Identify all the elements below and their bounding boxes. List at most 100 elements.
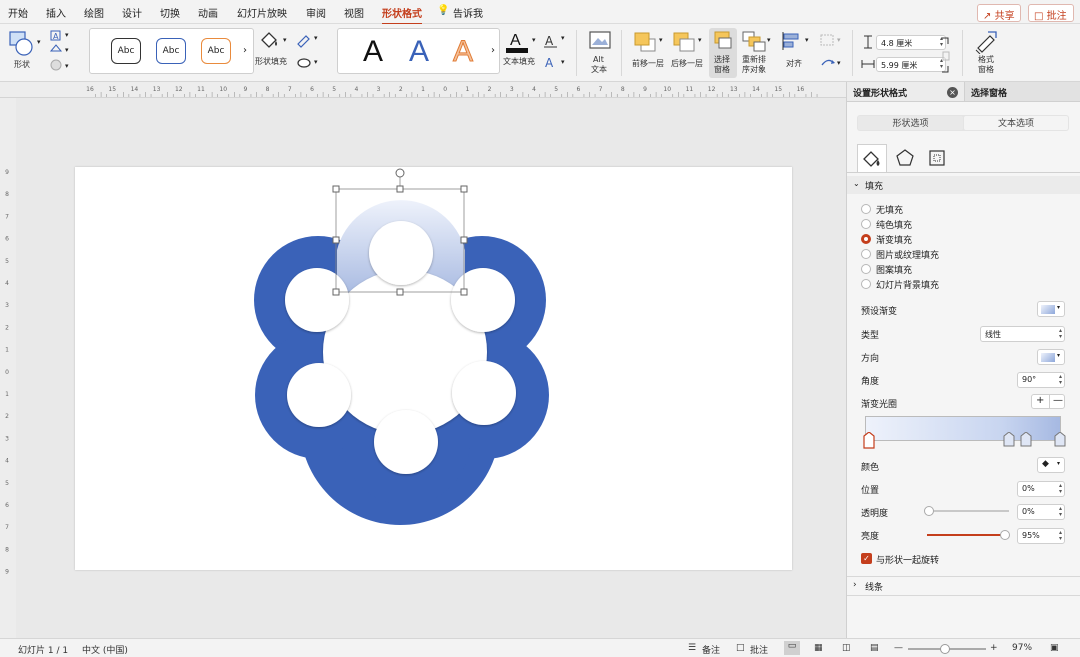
zoom-slider-knob[interactable] bbox=[940, 644, 950, 654]
pane-tab-format[interactable]: 设置形状格式 × bbox=[847, 82, 964, 102]
gallery-more-icon[interactable]: › bbox=[491, 45, 495, 56]
comments-button[interactable]: □ 批注 bbox=[1028, 4, 1074, 22]
shape-style-preset[interactable]: Abc bbox=[156, 38, 186, 64]
gradient-stop[interactable] bbox=[1020, 432, 1032, 447]
gradient-type-select[interactable]: 线性 ▴ ▾ bbox=[980, 326, 1065, 342]
paint-bucket-icon[interactable] bbox=[258, 30, 280, 50]
zoom-level[interactable]: 97% bbox=[1012, 643, 1032, 653]
stop-color-picker[interactable]: ◆ ▾ bbox=[1037, 457, 1065, 473]
chevron-down-icon[interactable]: ▾ bbox=[805, 36, 809, 44]
direction-dropdown[interactable]: ▾ bbox=[1037, 349, 1065, 365]
chevron-down-icon[interactable]: ▾ bbox=[65, 31, 69, 39]
comments-icon[interactable]: □ bbox=[736, 643, 745, 653]
gradient-stop-selected[interactable] bbox=[863, 432, 875, 449]
slide-sorter-icon[interactable]: ▦ bbox=[814, 643, 823, 653]
wordart-preset[interactable]: A bbox=[452, 35, 473, 69]
text-fill-icon[interactable]: A bbox=[504, 29, 530, 55]
fill-option-label[interactable]: 幻灯片背景填充 bbox=[876, 278, 939, 291]
resize-handle[interactable] bbox=[396, 288, 404, 296]
brightness-slider-track[interactable] bbox=[927, 530, 1010, 540]
wordart-preset[interactable]: A bbox=[363, 35, 383, 69]
add-stop-icon[interactable]: + bbox=[1036, 395, 1044, 407]
zoom-in-icon[interactable]: + bbox=[990, 643, 998, 653]
format-pane-icon[interactable] bbox=[972, 28, 1000, 54]
chevron-down-icon[interactable]: ▾ bbox=[283, 36, 287, 44]
pane-tab-selection[interactable]: 选择窗格 bbox=[964, 82, 1080, 102]
send-backward-label[interactable]: 后移一层 bbox=[671, 59, 703, 68]
tab-design[interactable]: 设计 bbox=[122, 5, 142, 20]
chevron-down-icon[interactable]: ▾ bbox=[698, 36, 702, 44]
notes-button[interactable]: 备注 bbox=[702, 643, 720, 656]
shape-style-preset[interactable]: Abc bbox=[111, 38, 141, 64]
chevron-down-icon[interactable]: ▾ bbox=[561, 34, 565, 42]
resize-handle[interactable] bbox=[460, 288, 468, 296]
stepper-icon[interactable]: ▴ ▾ bbox=[1059, 483, 1062, 495]
gradient-stop[interactable] bbox=[1054, 432, 1066, 447]
transparency-slider-knob[interactable] bbox=[924, 506, 934, 516]
language-indicator[interactable]: 中文 (中国) bbox=[82, 643, 128, 656]
bring-forward-label[interactable]: 前移一层 bbox=[632, 59, 664, 68]
angle-field[interactable]: 90° ▴ ▾ bbox=[1017, 372, 1065, 388]
slideshow-icon[interactable]: ▤ bbox=[870, 643, 879, 653]
fill-option-radio[interactable] bbox=[861, 204, 871, 214]
fit-to-window-icon[interactable]: ▣ bbox=[1050, 643, 1059, 653]
chevron-down-icon[interactable]: ▾ bbox=[65, 62, 69, 70]
stepper-icon[interactable]: ▴ ▾ bbox=[1059, 530, 1062, 542]
chevron-down-icon[interactable]: ▾ bbox=[65, 46, 69, 54]
bring-forward-icon[interactable] bbox=[632, 30, 658, 54]
brightness-field[interactable]: 95% ▴ ▾ bbox=[1017, 528, 1065, 544]
chevron-down-icon[interactable]: ▾ bbox=[837, 36, 841, 44]
tab-slideshow[interactable]: 幻灯片放映 bbox=[237, 5, 287, 20]
align-label[interactable]: 对齐 bbox=[786, 59, 802, 68]
text-outline-effects-icons[interactable]: A A bbox=[542, 32, 562, 72]
tab-transitions[interactable]: 切换 bbox=[160, 5, 180, 20]
reading-view-icon[interactable]: ◫ bbox=[842, 643, 851, 653]
stop-position-field[interactable]: 0% ▴ ▾ bbox=[1017, 481, 1065, 497]
wordart-preset[interactable]: A bbox=[409, 35, 429, 69]
lightbulb-icon[interactable]: 💡 bbox=[437, 5, 449, 16]
resize-handle[interactable] bbox=[332, 288, 340, 296]
rotate-handle-icon[interactable] bbox=[395, 168, 405, 178]
resize-handle[interactable] bbox=[460, 185, 468, 193]
fill-option-label[interactable]: 图片或纹理填充 bbox=[876, 248, 939, 261]
size-properties-icon[interactable] bbox=[927, 148, 947, 168]
zoom-out-icon[interactable]: — bbox=[894, 643, 903, 653]
fill-section-header[interactable]: ⌄ 填充 bbox=[847, 176, 1080, 194]
shape-width-field[interactable]: 5.99 厘米 ▴ ▾ bbox=[876, 57, 946, 72]
resize-handle[interactable] bbox=[332, 236, 340, 244]
outer-circle[interactable] bbox=[374, 410, 438, 474]
fill-option-label[interactable]: 无填充 bbox=[876, 203, 903, 216]
tab-insert[interactable]: 插入 bbox=[46, 5, 66, 20]
remove-stop-icon[interactable]: — bbox=[1053, 395, 1063, 407]
resize-handle[interactable] bbox=[332, 185, 340, 193]
stepper-icon[interactable]: ▴ ▾ bbox=[1059, 506, 1062, 518]
fill-line-tab[interactable] bbox=[857, 144, 887, 172]
chevron-down-icon[interactable]: ▾ bbox=[837, 59, 841, 67]
chevron-down-icon[interactable]: ▾ bbox=[532, 36, 536, 44]
chevron-down-icon[interactable]: ▾ bbox=[659, 36, 663, 44]
tab-review[interactable]: 审阅 bbox=[306, 5, 326, 20]
line-section-header[interactable]: › 线条 bbox=[847, 577, 1080, 595]
slide-canvas[interactable] bbox=[75, 167, 792, 570]
rotate-with-shape-checkbox[interactable]: ✓ bbox=[861, 553, 872, 564]
tab-home[interactable]: 开始 bbox=[8, 5, 28, 20]
fill-option-radio[interactable] bbox=[861, 234, 871, 244]
fill-option-label[interactable]: 图案填充 bbox=[876, 263, 912, 276]
shape-height-field[interactable]: 4.8 厘米 ▴ ▾ bbox=[876, 35, 946, 50]
pentagon-effects-icon[interactable] bbox=[895, 148, 915, 168]
selection-pane-button[interactable]: 选择 窗格 bbox=[709, 28, 737, 78]
tab-shape-format[interactable]: 形状格式 bbox=[382, 5, 422, 25]
zoom-slider[interactable] bbox=[908, 644, 986, 654]
notes-icon[interactable]: ☰ bbox=[688, 643, 696, 653]
tab-shape-options[interactable]: 形状选项 bbox=[858, 116, 963, 130]
transparency-field[interactable]: 0% ▴ ▾ bbox=[1017, 504, 1065, 520]
chevron-down-icon[interactable]: ▾ bbox=[314, 58, 318, 66]
fill-option-label[interactable]: 纯色填充 bbox=[876, 218, 912, 231]
lock-aspect-icon[interactable] bbox=[940, 36, 952, 76]
gradient-stop[interactable] bbox=[1003, 432, 1015, 447]
tell-me-search[interactable]: 告诉我 bbox=[453, 5, 483, 20]
chevron-down-icon[interactable]: ▾ bbox=[767, 36, 771, 44]
share-button[interactable]: ↗ 共享 bbox=[977, 4, 1021, 22]
outer-circle[interactable] bbox=[369, 221, 433, 285]
shape-style-preset[interactable]: Abc bbox=[201, 38, 231, 64]
